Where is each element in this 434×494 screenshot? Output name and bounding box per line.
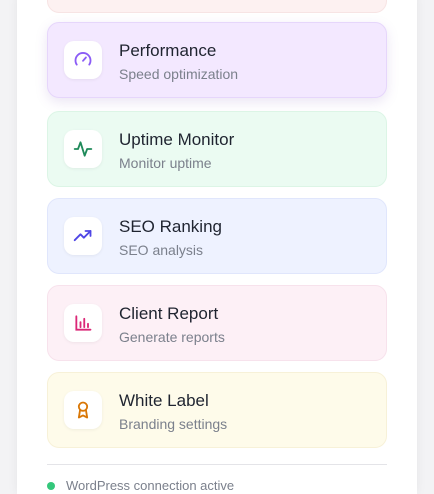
menu-card-title: White Label <box>119 391 209 410</box>
menu-card-client-report[interactable]: Client Report Generate reports <box>47 285 387 361</box>
menu-card-title: SEO Ranking <box>119 217 222 236</box>
menu-card-title: Uptime Monitor <box>119 130 235 149</box>
menu-card-title: Client Report <box>119 304 219 323</box>
bar-chart-icon <box>64 304 102 342</box>
menu-card-subtitle: Monitor uptime <box>119 155 212 171</box>
trending-up-icon <box>64 217 102 255</box>
menu-card-subtitle: SEO analysis <box>119 242 204 258</box>
footer-divider <box>47 464 387 465</box>
menu-card-uptime-monitor[interactable]: Uptime Monitor Monitor uptime <box>47 111 387 187</box>
gauge-icon <box>64 41 102 79</box>
menu-card-seo-ranking[interactable]: SEO Ranking SEO analysis <box>47 198 387 274</box>
menu-card-performance[interactable]: Performance Speed optimization <box>47 22 387 98</box>
menu-card-subtitle: Speed optimization <box>119 66 239 82</box>
award-icon <box>64 391 102 429</box>
menu-card-subtitle: Branding settings <box>119 416 228 432</box>
menu-card-subtitle: Generate reports <box>119 329 225 345</box>
menu-card-partial[interactable] <box>47 0 387 13</box>
activity-icon <box>64 130 102 168</box>
menu-card-white-label[interactable]: White Label Branding settings <box>47 372 387 448</box>
menu-card-title: Performance <box>119 41 217 60</box>
